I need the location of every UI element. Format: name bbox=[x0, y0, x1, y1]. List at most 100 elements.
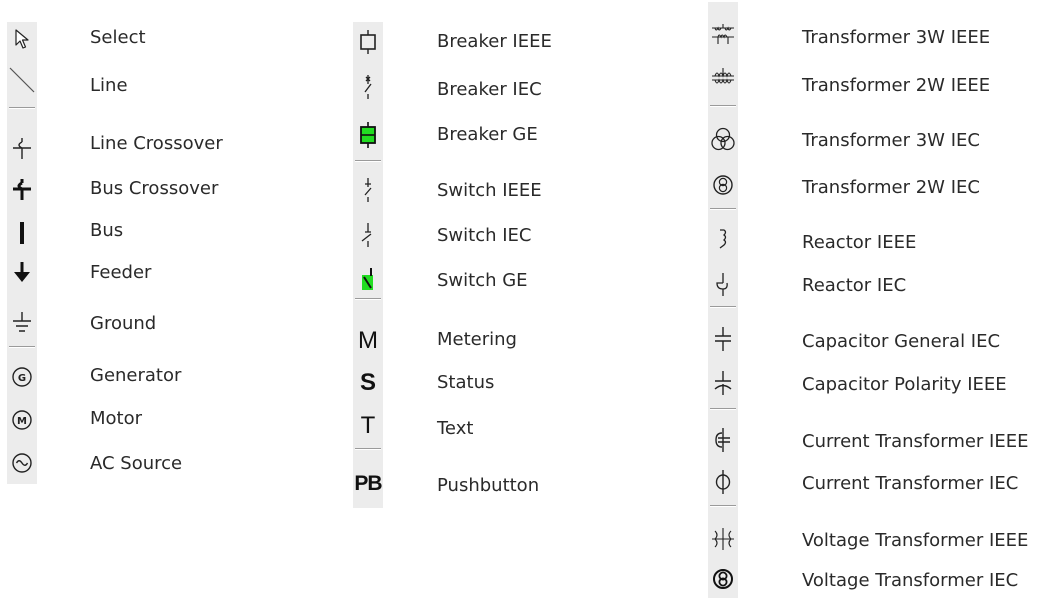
metering-icon: M bbox=[358, 327, 378, 354]
tool-reactor-ieee[interactable] bbox=[708, 225, 738, 255]
tool-bus-crossover[interactable] bbox=[7, 174, 37, 204]
label-ac-source: AC Source bbox=[90, 453, 183, 474]
tool-line-crossover[interactable] bbox=[7, 133, 37, 163]
svg-text:G: G bbox=[18, 373, 26, 384]
label-line-crossover: Line Crossover bbox=[90, 133, 223, 154]
ac-source-icon bbox=[12, 453, 32, 473]
separator bbox=[9, 346, 35, 348]
tool-status[interactable]: S bbox=[353, 368, 383, 398]
label-breaker-ieee: Breaker IEEE bbox=[437, 31, 552, 52]
label-transformer-3w-iec: Transformer 3W IEC bbox=[802, 130, 980, 151]
label-motor: Motor bbox=[90, 408, 143, 429]
tool-pushbutton[interactable]: PB bbox=[353, 469, 383, 499]
tool-current-transformer-ieee[interactable] bbox=[708, 425, 738, 455]
tool-ac-source[interactable] bbox=[7, 448, 37, 478]
label-bus: Bus bbox=[90, 220, 124, 241]
label-metering: Metering bbox=[437, 329, 517, 350]
tool-transformer-2w-ieee[interactable] bbox=[708, 63, 738, 93]
label-capacitor-general-iec: Capacitor General IEC bbox=[802, 331, 1001, 352]
line-icon bbox=[9, 67, 35, 93]
separator bbox=[710, 208, 736, 210]
tool-breaker-iec[interactable] bbox=[353, 72, 383, 102]
switch-ge-icon bbox=[362, 268, 373, 290]
voltage-transformer-ieee-icon bbox=[712, 528, 734, 550]
generator-icon: G bbox=[12, 367, 32, 387]
label-breaker-iec: Breaker IEC bbox=[437, 79, 542, 100]
tool-feeder[interactable] bbox=[7, 258, 37, 288]
transformer-2w-ieee-icon bbox=[712, 68, 734, 84]
tool-text[interactable]: T bbox=[353, 411, 383, 441]
label-transformer-3w-ieee: Transformer 3W IEEE bbox=[802, 27, 991, 48]
label-line: Line bbox=[90, 75, 128, 96]
tool-switch-ge[interactable] bbox=[353, 265, 383, 295]
line-crossover-icon bbox=[13, 138, 31, 159]
pushbutton-icon: PB bbox=[354, 472, 382, 495]
label-transformer-2w-ieee: Transformer 2W IEEE bbox=[802, 75, 991, 96]
label-pushbutton: Pushbutton bbox=[437, 475, 540, 496]
bus-crossover-icon bbox=[13, 179, 31, 200]
bus-icon bbox=[20, 222, 24, 244]
motor-icon: M bbox=[12, 410, 32, 430]
label-transformer-2w-iec: Transformer 2W IEC bbox=[802, 177, 980, 198]
tool-metering[interactable]: M bbox=[353, 326, 383, 356]
separator bbox=[710, 408, 736, 410]
breaker-ge-icon bbox=[360, 122, 376, 148]
tool-transformer-2w-iec[interactable] bbox=[708, 170, 738, 200]
tool-transformer-3w-iec[interactable] bbox=[708, 125, 738, 155]
svg-text:M: M bbox=[17, 416, 27, 427]
switch-ieee-icon bbox=[364, 178, 372, 202]
transformer-3w-ieee-icon bbox=[712, 24, 734, 44]
text-icon: T bbox=[360, 412, 376, 439]
reactor-iec-icon bbox=[716, 273, 728, 296]
tool-capacitor-polarity-ieee[interactable] bbox=[708, 368, 738, 398]
label-voltage-transformer-iec: Voltage Transformer IEC bbox=[802, 570, 1019, 591]
label-reactor-ieee: Reactor IEEE bbox=[802, 232, 917, 253]
label-ground: Ground bbox=[90, 313, 157, 334]
voltage-transformer-iec-icon bbox=[713, 569, 733, 589]
tool-voltage-transformer-ieee[interactable] bbox=[708, 524, 738, 554]
capacitor-general-iec-icon bbox=[715, 327, 731, 351]
tool-capacitor-general-iec[interactable] bbox=[708, 324, 738, 354]
reactor-ieee-icon bbox=[719, 229, 727, 249]
separator bbox=[9, 107, 35, 109]
label-select: Select bbox=[90, 27, 146, 48]
tool-ground[interactable] bbox=[7, 308, 37, 338]
tool-motor[interactable]: M bbox=[7, 405, 37, 435]
tool-voltage-transformer-iec[interactable] bbox=[708, 564, 738, 594]
label-switch-ieee: Switch IEEE bbox=[437, 180, 542, 201]
feeder-icon bbox=[14, 262, 30, 282]
tool-line[interactable] bbox=[7, 65, 37, 95]
separator bbox=[355, 298, 381, 300]
current-transformer-iec-icon bbox=[715, 470, 731, 494]
tool-bus[interactable] bbox=[7, 218, 37, 248]
label-current-transformer-iec: Current Transformer IEC bbox=[802, 473, 1019, 494]
tool-switch-iec[interactable] bbox=[353, 220, 383, 250]
tool-breaker-ge[interactable] bbox=[353, 120, 383, 150]
label-feeder: Feeder bbox=[90, 262, 152, 283]
label-status: Status bbox=[437, 372, 495, 393]
label-switch-ge: Switch GE bbox=[437, 270, 528, 291]
separator bbox=[355, 160, 381, 162]
label-current-transformer-ieee: Current Transformer IEEE bbox=[802, 431, 1029, 452]
label-breaker-ge: Breaker GE bbox=[437, 124, 538, 145]
label-reactor-iec: Reactor IEC bbox=[802, 275, 907, 296]
tool-generator[interactable]: G bbox=[7, 362, 37, 392]
switch-iec-icon bbox=[361, 223, 372, 247]
breaker-ieee-icon bbox=[360, 30, 376, 54]
ground-icon bbox=[13, 312, 31, 332]
tool-breaker-ieee[interactable] bbox=[353, 27, 383, 57]
tool-transformer-3w-ieee[interactable] bbox=[708, 20, 738, 50]
tool-switch-ieee[interactable] bbox=[353, 175, 383, 205]
tool-select[interactable] bbox=[7, 24, 37, 54]
label-generator: Generator bbox=[90, 365, 182, 386]
transformer-2w-iec-icon bbox=[713, 175, 733, 195]
label-voltage-transformer-ieee: Voltage Transformer IEEE bbox=[802, 530, 1029, 551]
label-capacitor-polarity-ieee: Capacitor Polarity IEEE bbox=[802, 374, 1007, 395]
separator bbox=[710, 105, 736, 107]
select-arrow-icon bbox=[15, 29, 29, 49]
current-transformer-ieee-icon bbox=[715, 428, 730, 452]
label-bus-crossover: Bus Crossover bbox=[90, 178, 219, 199]
tool-current-transformer-iec[interactable] bbox=[708, 467, 738, 497]
tool-reactor-iec[interactable] bbox=[708, 270, 738, 300]
label-switch-iec: Switch IEC bbox=[437, 225, 532, 246]
